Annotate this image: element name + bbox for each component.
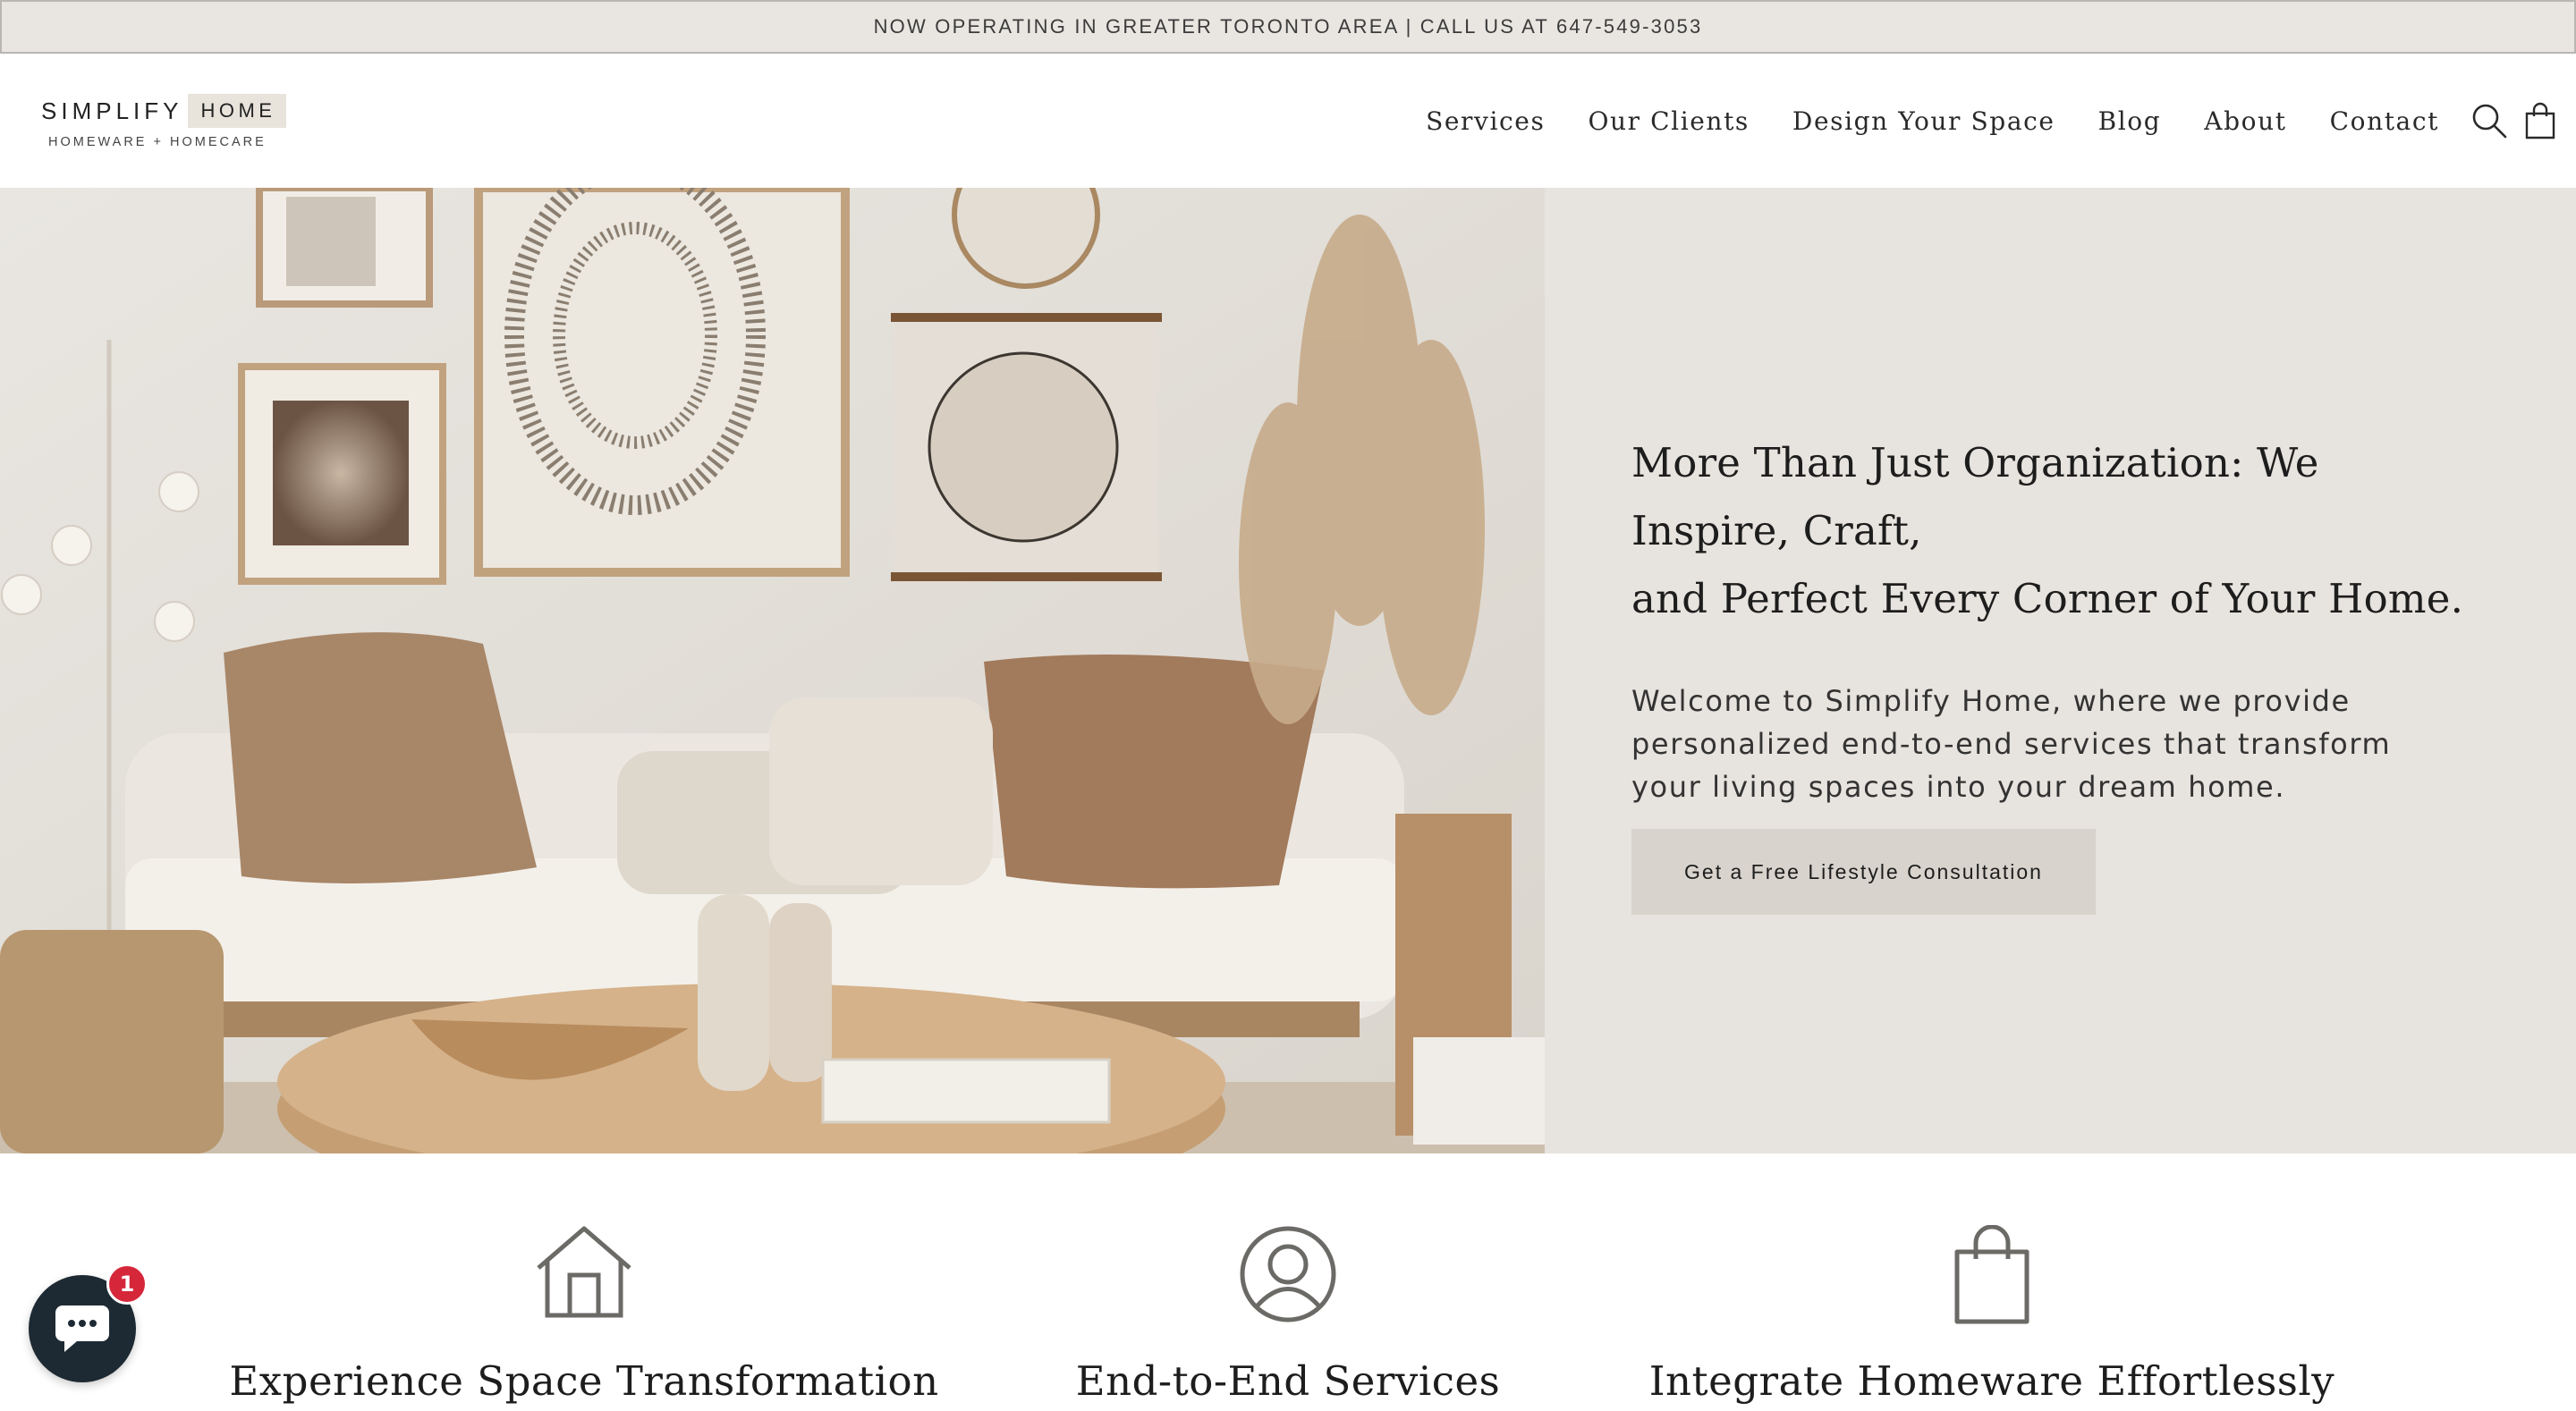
logo[interactable]: SIMPLIFY HOME HOMEWARE + HOMECARE [41, 92, 287, 155]
hero-title-line-1: More Than Just Organization: We Inspire,… [1631, 439, 2319, 554]
logo-box: HOME [188, 94, 287, 128]
features-section: Experience Space Transformation End-to-E… [0, 1153, 2576, 1411]
logo-word: SIMPLIFY [41, 97, 183, 124]
cart-icon[interactable] [2524, 102, 2556, 139]
feature-title: Experience Space Transformation [229, 1357, 939, 1405]
announcement-text: NOW OPERATING IN GREATER TORONTO AREA | … [873, 15, 1703, 38]
user-icon [1240, 1226, 1336, 1322]
feature-title: Integrate Homeware Effortlessly [1648, 1357, 2335, 1405]
shopping-bag-icon [1954, 1225, 2029, 1324]
announcement-bar: NOW OPERATING IN GREATER TORONTO AREA | … [0, 0, 2576, 54]
living-room-photo [0, 188, 1545, 1153]
nav-services[interactable]: Services [1426, 106, 1545, 136]
chat-icon [55, 1305, 109, 1352]
house-icon [537, 1226, 631, 1318]
hero-title-line-2: and Perfect Every Corner of Your Home. [1631, 575, 2464, 622]
nav-design-your-space[interactable]: Design Your Space [1792, 106, 2055, 136]
site-header: SIMPLIFY HOME HOMEWARE + HOMECARE Servic… [0, 54, 2576, 188]
consultation-button[interactable]: Get a Free Lifestyle Consultation [1631, 829, 2096, 915]
nav-our-clients[interactable]: Our Clients [1588, 106, 1749, 136]
logo-tagline: HOMEWARE + HOMECARE [48, 135, 267, 149]
main-nav: Services Our Clients Design Your Space B… [1426, 100, 2439, 141]
nav-contact[interactable]: Contact [2330, 106, 2439, 136]
hero-title: More Than Just Organization: We Inspire,… [1631, 429, 2490, 633]
search-icon[interactable] [2470, 102, 2508, 139]
feature-homeware: Integrate Homeware Effortlessly [1634, 1153, 2350, 1411]
nav-about[interactable]: About [2204, 106, 2286, 136]
logo-wordmark: SIMPLIFY HOME [41, 92, 287, 130]
feature-space-transformation: Experience Space Transformation [226, 1153, 942, 1411]
nav-blog[interactable]: Blog [2098, 106, 2162, 136]
hero-section: More Than Just Organization: We Inspire,… [0, 188, 2576, 1153]
hero-body: Welcome to Simplify Home, where we provi… [1631, 684, 2392, 804]
chat-notification-badge: 1 [106, 1263, 148, 1305]
feature-end-to-end: End-to-End Services [930, 1153, 1646, 1411]
feature-title: End-to-End Services [1075, 1357, 1501, 1405]
hero-text: More Than Just Organization: We Inspire,… [1631, 429, 2490, 808]
